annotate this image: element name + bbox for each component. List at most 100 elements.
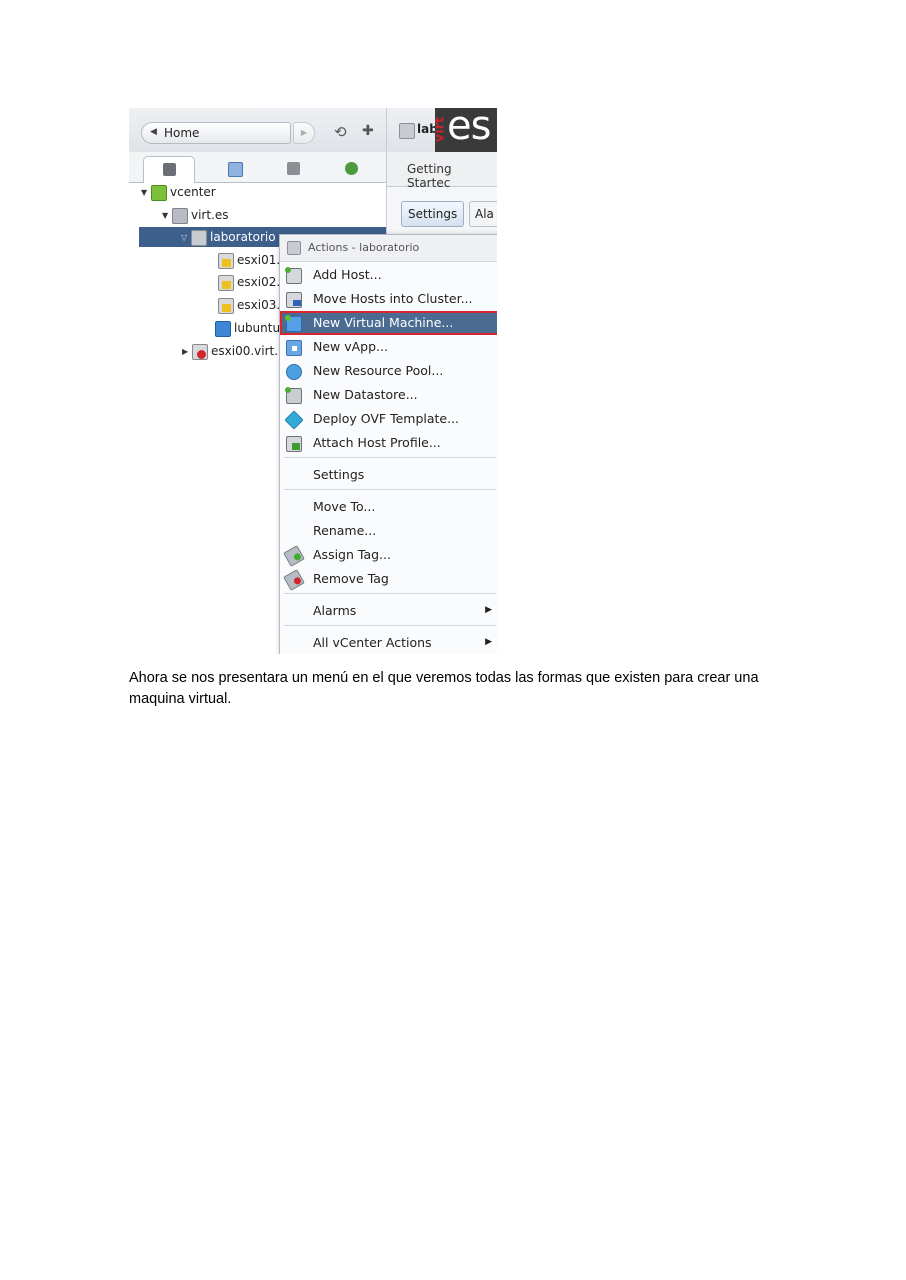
submenu-arrow-icon: ▶ (485, 605, 492, 615)
move-hosts-icon (286, 292, 302, 308)
resource-pool-icon (286, 364, 302, 380)
tab-getting-started-label: Getting Startec (407, 162, 452, 190)
ovf-icon (284, 410, 304, 430)
menu-item-move-to[interactable]: Move To... (280, 495, 497, 519)
menu-item-rename[interactable]: Rename... (280, 519, 497, 543)
submenu-arrow-icon: ▶ (485, 637, 492, 647)
tree-item-vm[interactable]: lubuntu (215, 318, 280, 338)
tree-item-label: esxi02. (237, 275, 281, 289)
menu-separator (284, 489, 496, 490)
menu-item-label: Assign Tag... (313, 547, 391, 562)
menu-item-remove-tag[interactable]: Remove Tag (280, 567, 497, 591)
menu-header-title: Actions - laboratorio (308, 241, 420, 254)
menu-item-settings[interactable]: Settings (280, 463, 497, 487)
tab-vms-templates[interactable] (209, 156, 261, 182)
home-button-label: Home (164, 126, 200, 140)
tree-item-label: esxi01. (237, 253, 281, 267)
menu-item-label: New vApp... (313, 339, 388, 354)
expanded-caret-icon: ▼ (162, 210, 169, 220)
inventory-tabs (129, 152, 386, 183)
menu-item-label: New Virtual Machine... (313, 315, 454, 330)
menu-item-label: Settings (313, 467, 365, 482)
menu-item-label: Move To... (313, 499, 376, 514)
menu-separator (284, 625, 496, 626)
tree-item-vcenter[interactable]: ▼ vcenter (141, 182, 216, 202)
menu-item-label: Alarms (313, 603, 357, 618)
content-header: labo virt es (387, 108, 497, 152)
tree-item-cluster[interactable]: ▽ laboratorio (181, 227, 276, 247)
menu-item-label: New Resource Pool... (313, 363, 444, 378)
add-host-icon (285, 267, 302, 284)
menu-item-new-vapp[interactable]: New vApp... (280, 335, 497, 359)
home-button[interactable]: ◀ Home (141, 122, 291, 144)
tree-item-label: laboratorio (210, 230, 276, 244)
menu-header: Actions - laboratorio (280, 235, 497, 262)
menu-separator (284, 457, 496, 458)
navigator-toolbar: ◀ Home ▶ ⟲ ✚ (129, 108, 386, 152)
tree-item-label: lubuntu (234, 321, 281, 335)
menu-item-new-datastore[interactable]: New Datastore... (280, 383, 497, 407)
tab-getting-started[interactable]: Getting Startec (387, 152, 497, 190)
menu-item-move-hosts[interactable]: Move Hosts into Cluster... (280, 287, 497, 311)
cluster-icon (399, 123, 415, 139)
menu-item-label: Attach Host Profile... (313, 435, 441, 450)
tab-networking[interactable] (325, 156, 377, 182)
cluster-icon (191, 229, 207, 246)
actions-context-menu: Actions - laboratorio Add Host... Move H… (279, 234, 497, 654)
menu-item-assign-tag[interactable]: Assign Tag... (280, 543, 497, 567)
menu-item-new-resource-pool[interactable]: New Resource Pool... (280, 359, 497, 383)
vms-templates-icon (227, 162, 243, 177)
tree-item-host[interactable]: esxi01. (218, 250, 280, 270)
hosts-clusters-icon (162, 163, 176, 176)
datacenter-icon (172, 207, 188, 224)
tree-item-label: vcenter (170, 185, 216, 199)
vm-icon (215, 320, 231, 337)
tab-hosts-clusters[interactable] (143, 156, 195, 183)
menu-item-label: All vCenter Actions (313, 635, 432, 650)
host-warning-icon (218, 252, 234, 269)
tree-item-label: esxi03. (237, 298, 281, 312)
menu-item-all-vcenter-actions[interactable]: All vCenter Actions ▶ (280, 631, 497, 654)
menu-separator (284, 593, 496, 594)
menu-item-attach-host-profile[interactable]: Attach Host Profile... (280, 431, 497, 455)
menu-item-alarms[interactable]: Alarms ▶ (280, 599, 497, 623)
expanded-caret-icon: ▼ (141, 187, 148, 197)
menu-item-label: Add Host... (313, 267, 382, 282)
menu-item-label: Deploy OVF Template... (313, 411, 460, 426)
menu-item-add-host[interactable]: Add Host... (280, 263, 497, 287)
host-warning-icon (218, 274, 234, 291)
forward-arrow-icon: ▶ (300, 128, 308, 137)
menu-item-deploy-ovf[interactable]: Deploy OVF Template... (280, 407, 497, 431)
host-warning-icon (218, 297, 234, 314)
logo-text: es (447, 108, 491, 149)
alarms-tab-button[interactable]: Ala (469, 201, 497, 227)
tree-item-host[interactable]: esxi02. (218, 272, 280, 292)
tree-item-label: virt.es (191, 208, 229, 222)
caption-paragraph: Ahora se nos presentara un menú en el qu… (129, 670, 759, 707)
expanded-caret-icon: ▽ (181, 232, 188, 242)
storage-icon (286, 162, 300, 175)
history-icon[interactable]: ⟲ (334, 123, 347, 141)
collapsed-caret-icon: ▶ (182, 346, 189, 356)
tree-item-host[interactable]: esxi03. (218, 295, 280, 315)
tree-item-datacenter[interactable]: ▼ virt.es (162, 205, 229, 225)
host-profile-icon (286, 436, 302, 452)
tab-storage[interactable] (267, 156, 319, 182)
menu-item-new-virtual-machine[interactable]: New Virtual Machine... (280, 311, 497, 335)
site-logo: virt es (435, 108, 497, 152)
menu-item-label: Rename... (313, 523, 377, 538)
vcenter-icon (151, 184, 167, 201)
settings-tab-button[interactable]: Settings (401, 201, 465, 227)
host-error-icon (192, 343, 208, 360)
menu-item-label: Remove Tag (313, 571, 389, 586)
remove-tag-icon (283, 569, 305, 591)
new-vapp-icon (286, 340, 302, 356)
pin-icon[interactable]: ✚ (362, 123, 374, 139)
tree-item-host-disconnected[interactable]: ▶ esxi00.virt. (182, 341, 278, 361)
tree-item-label: esxi00.virt. (211, 344, 279, 358)
new-vm-icon (285, 315, 302, 332)
forward-button[interactable]: ▶ (293, 122, 315, 144)
vsphere-screenshot: ◀ Home ▶ ⟲ ✚ ▼ vcenter ▼ virt.es ▽ labor… (129, 108, 497, 654)
menu-item-label: Move Hosts into Cluster... (313, 291, 473, 306)
back-arrow-icon: ◀ (150, 127, 157, 137)
